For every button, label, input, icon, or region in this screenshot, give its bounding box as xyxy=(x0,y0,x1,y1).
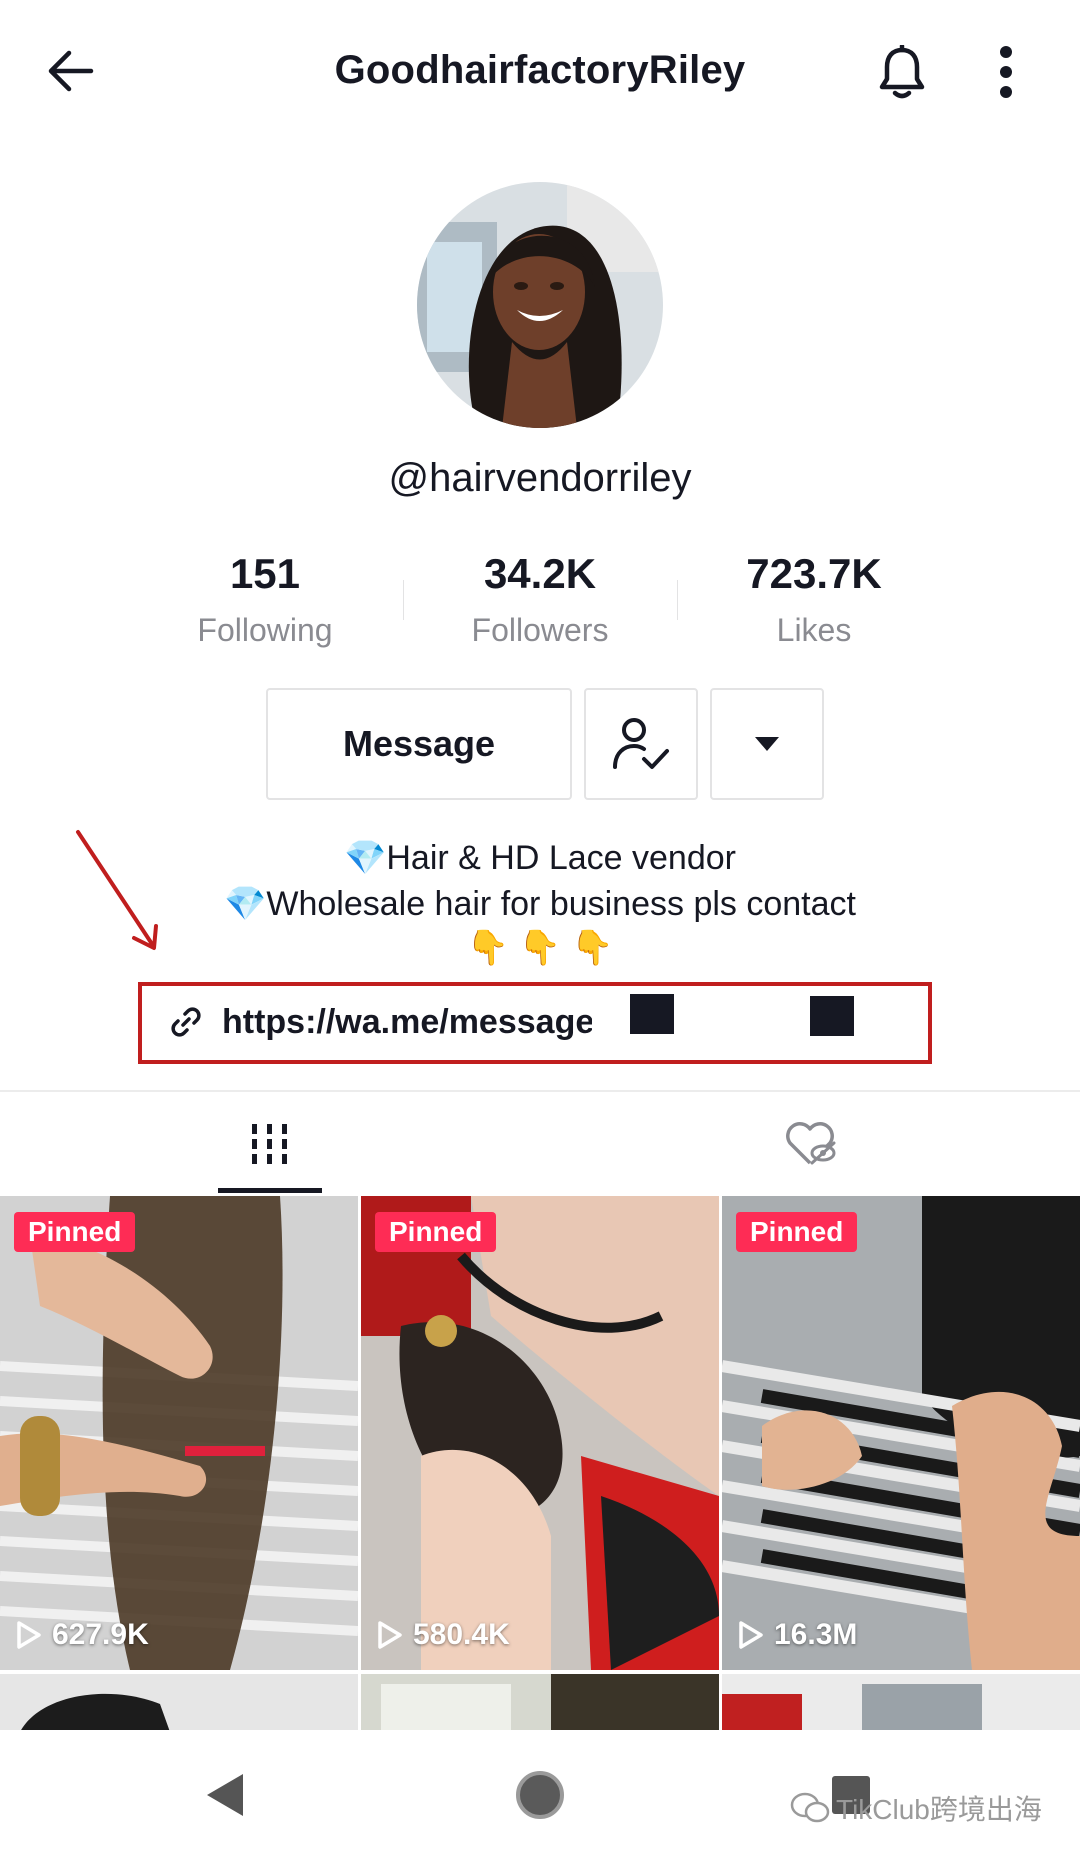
video-tile[interactable] xyxy=(361,1674,719,1732)
message-button[interactable]: Message xyxy=(266,688,572,800)
link-text: https://wa.me/message xyxy=(222,1002,592,1041)
bio-line-2: 💎Wholesale hair for business pls contact xyxy=(100,882,980,926)
vertical-dots-icon xyxy=(1000,46,1012,98)
notifications-button[interactable] xyxy=(866,36,938,108)
divider xyxy=(0,1090,1080,1092)
bio-link[interactable]: https://wa.me/message xyxy=(170,992,890,1052)
profile-handle: @hairvendorriley xyxy=(388,456,692,500)
stat-divider xyxy=(403,580,404,620)
video-tile[interactable]: Pinned 16.3M xyxy=(722,1196,1080,1670)
stat-label: Likes xyxy=(776,612,852,648)
diamond-emoji: 💎 xyxy=(344,839,387,877)
stat-value: 723.7K xyxy=(746,550,882,597)
triangle-back-icon xyxy=(207,1774,243,1816)
suggested-accounts-button[interactable] xyxy=(710,688,824,800)
grid-columns-icon xyxy=(252,1124,287,1164)
view-count: 627.9K xyxy=(16,1614,149,1656)
view-count: 16.3M xyxy=(738,1614,857,1656)
stat-value: 34.2K xyxy=(483,550,597,597)
wechat-icon xyxy=(790,1792,830,1823)
stat-following[interactable]: 151 Following xyxy=(135,548,395,658)
annotation-arrow xyxy=(76,830,158,950)
bell-icon xyxy=(879,45,925,99)
bio-line-3: 👇 👇 👇 xyxy=(100,926,980,972)
caret-down-icon xyxy=(755,737,779,751)
redaction-block xyxy=(810,996,854,1036)
view-count-text: 16.3M xyxy=(774,1618,858,1651)
link-icon xyxy=(171,1007,201,1037)
active-tab-indicator xyxy=(218,1188,322,1193)
bio-line-1: 💎Hair & HD Lace vendor xyxy=(100,836,980,880)
redaction-block xyxy=(630,994,674,1034)
video-tile[interactable] xyxy=(722,1674,1080,1732)
play-outline-icon xyxy=(378,1621,402,1649)
watermark-text: TikClub跨境出海 xyxy=(836,1794,1042,1825)
video-tile[interactable]: Pinned 580.4K xyxy=(361,1196,719,1670)
stat-divider xyxy=(677,580,678,620)
bio-text: Wholesale hair for business pls contact xyxy=(266,885,856,923)
tab-videos[interactable] xyxy=(0,1094,540,1194)
pinned-badge: Pinned xyxy=(14,1212,136,1252)
bio-text: Hair & HD Lace vendor xyxy=(386,839,736,877)
pinned-badge: Pinned xyxy=(375,1212,497,1252)
view-count-text: 627.9K xyxy=(52,1618,149,1651)
pointing-down-emoji: 👇 xyxy=(518,929,562,967)
stat-value: 151 xyxy=(229,550,301,597)
play-outline-icon xyxy=(17,1621,41,1649)
play-outline-icon xyxy=(739,1621,763,1649)
system-back-button[interactable] xyxy=(180,1760,270,1830)
stat-label: Followers xyxy=(471,612,609,648)
view-count: 580.4K xyxy=(377,1614,510,1656)
pointing-down-emoji: 👇 xyxy=(466,929,509,967)
stat-followers[interactable]: 34.2K Followers xyxy=(410,548,670,658)
following-button[interactable] xyxy=(584,688,698,800)
video-tile[interactable]: Pinned 627.9K xyxy=(0,1196,358,1670)
view-count-text: 580.4K xyxy=(413,1618,510,1651)
avatar[interactable] xyxy=(417,182,663,428)
stat-likes[interactable]: 723.7K Likes xyxy=(684,548,944,658)
tab-liked[interactable] xyxy=(540,1094,1080,1194)
user-check-icon xyxy=(613,718,669,769)
page-title: GoodhairfactoryRiley xyxy=(334,48,746,92)
pinned-badge: Pinned xyxy=(736,1212,858,1252)
arrow-left-icon xyxy=(48,50,94,92)
diamond-emoji: 💎 xyxy=(224,885,267,923)
system-home-button[interactable] xyxy=(495,1760,585,1830)
heart-hidden-icon xyxy=(786,1122,836,1165)
stat-label: Following xyxy=(197,612,333,648)
video-tile[interactable] xyxy=(0,1674,358,1732)
more-options-button[interactable] xyxy=(970,36,1042,108)
watermark: TikClub跨境出海 xyxy=(790,1786,1080,1830)
circle-home-icon xyxy=(516,1771,564,1819)
back-button[interactable] xyxy=(36,36,106,106)
pointing-down-emoji: 👇 xyxy=(571,929,614,967)
